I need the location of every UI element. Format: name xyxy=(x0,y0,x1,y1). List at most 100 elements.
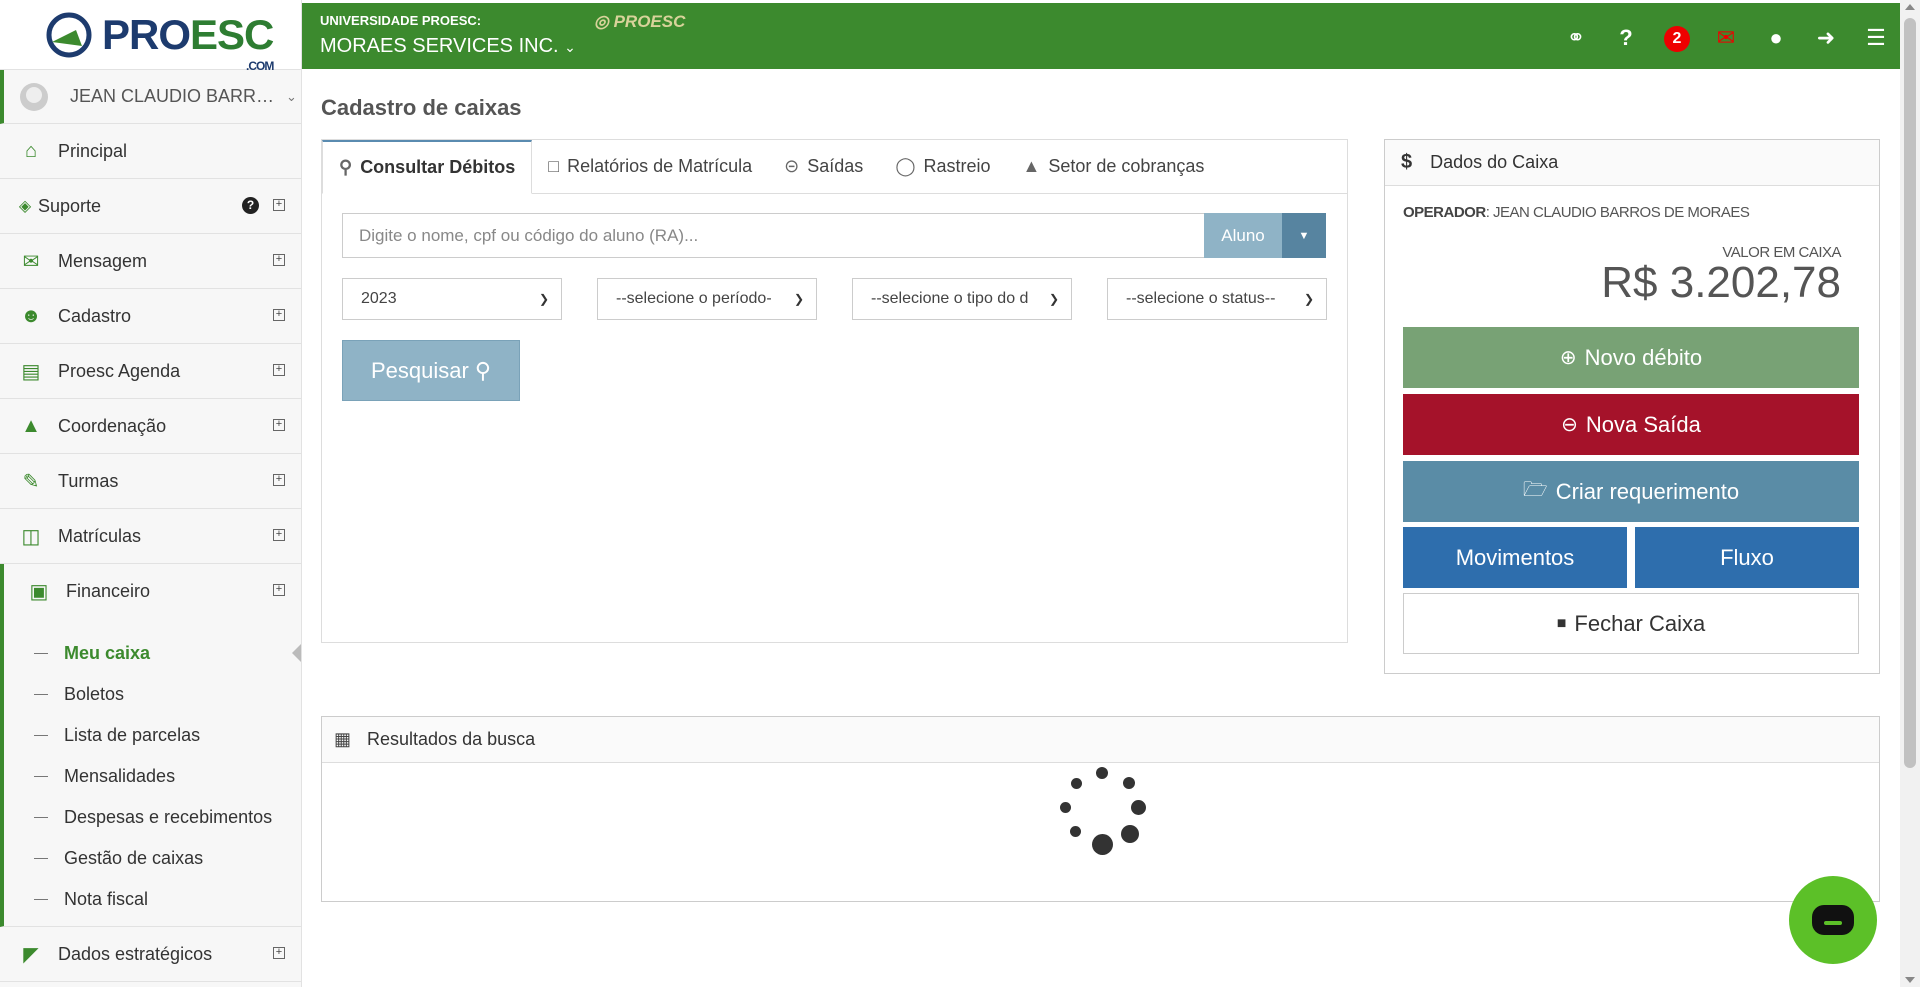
search-type-dropdown[interactable]: ▼ xyxy=(1282,213,1326,258)
submenu-item-despesas[interactable]: Despesas e recebimentos xyxy=(4,797,301,838)
sidebar-item-label: Dados estratégicos xyxy=(58,943,213,964)
select-value: --selecione o período- xyxy=(616,290,772,307)
submenu-item-meu-caixa[interactable]: Meu caixa xyxy=(4,633,301,674)
caret-down-icon: ▼ xyxy=(1298,229,1310,242)
envelope-icon[interactable]: ✉ xyxy=(1714,25,1738,51)
sidebar-item-financeiro[interactable]: ▣ Financeiro + xyxy=(0,564,301,619)
fire-icon: ▲ xyxy=(1022,155,1041,176)
sidebar-item-label: Mensagem xyxy=(58,250,148,271)
area-chart-icon: ◤ xyxy=(23,943,39,966)
expand-icon[interactable]: + xyxy=(273,947,285,959)
page-scrollbar[interactable] xyxy=(1900,0,1920,987)
open-book-icon: ◫ xyxy=(21,525,41,548)
status-select[interactable]: --selecione o status-- ❯ xyxy=(1107,278,1327,320)
period-select[interactable]: --selecione o período- ❯ xyxy=(597,278,817,320)
notifications-badge[interactable]: 2 xyxy=(1664,23,1690,52)
sidebar-item-suporte[interactable]: ◈ Suporte ? + xyxy=(0,179,301,234)
expand-icon[interactable]: + xyxy=(273,309,285,321)
sidebar-item-coordenacao[interactable]: ▲ Coordenação + xyxy=(0,399,301,454)
sidebar-item-label: Turmas xyxy=(58,470,119,491)
fluxo-button[interactable]: Fluxo xyxy=(1635,527,1859,588)
help-icon[interactable]: ? xyxy=(1614,25,1638,51)
sidebar-item-proesc-agenda[interactable]: ▤ Proesc Agenda + xyxy=(0,344,301,399)
expand-icon[interactable]: + xyxy=(273,419,285,431)
users-icon: ☻ xyxy=(20,304,42,327)
scrollbar-thumb[interactable] xyxy=(1904,18,1916,768)
tab-setor-de-cobrancas[interactable]: ▲ Setor de cobranças xyxy=(1007,139,1221,193)
submenu-item-nota-fiscal[interactable]: Nota fiscal xyxy=(4,879,301,920)
submenu-item-boletos[interactable]: Boletos xyxy=(4,674,301,715)
spinner-dot xyxy=(1071,778,1082,789)
sidebar-item-matriculas[interactable]: ◫ Matrículas + xyxy=(0,509,301,564)
tree-line xyxy=(34,899,48,900)
submenu-item-gestao-de-caixas[interactable]: Gestão de caixas xyxy=(4,838,301,879)
expand-icon[interactable]: + xyxy=(273,254,285,266)
criar-requerimento-button[interactable]: 🗁 Criar requerimento xyxy=(1403,461,1859,522)
chat-bubble-icon xyxy=(1812,905,1854,935)
logout-icon[interactable]: ➜ xyxy=(1814,25,1838,51)
spinner-dot xyxy=(1096,767,1108,779)
submenu-label: Gestão de caixas xyxy=(64,848,204,868)
submenu-item-lista-de-parcelas[interactable]: Lista de parcelas xyxy=(4,715,301,756)
submenu-label: Lista de parcelas xyxy=(64,725,201,745)
expand-icon[interactable]: + xyxy=(273,474,285,486)
sidebar-item-mensagem[interactable]: ✉ Mensagem + xyxy=(0,234,301,289)
handshake-icon[interactable]: ⚭ xyxy=(1564,25,1588,51)
expand-icon[interactable]: + xyxy=(273,584,285,596)
sidebar-collapse-handle[interactable] xyxy=(292,644,301,662)
tab-relatorios-de-matricula[interactable]: □ Relatórios de Matrícula xyxy=(532,139,768,193)
header-brand-logo: ◎ PROESC xyxy=(594,12,685,32)
search-type-button[interactable]: Aluno xyxy=(1204,213,1282,258)
brand-text: PROESC xyxy=(613,12,686,31)
snapchat-icon: ◯ xyxy=(895,155,916,176)
expand-icon[interactable]: + xyxy=(273,199,285,211)
pencil-icon: ✎ xyxy=(22,470,40,493)
tree-line xyxy=(34,694,48,695)
tab-saidas[interactable]: ⊝ Saídas xyxy=(768,139,879,193)
help-icon[interactable]: ? xyxy=(242,197,259,214)
sidebar-item-turmas[interactable]: ✎ Turmas + xyxy=(0,454,301,509)
sidebar-item-principal[interactable]: ⌂ Principal xyxy=(0,124,301,179)
operator-label: OPERADOR xyxy=(1403,204,1486,221)
tab-label: Rastreio xyxy=(923,155,991,176)
logo-wordmark: PROESC .COM xyxy=(102,10,274,73)
tab-consultar-debitos[interactable]: ⚲ Consultar Débitos xyxy=(322,140,533,194)
app-root: PROESC .COM JEAN CLAUDIO BARROS DE MORAE… xyxy=(0,0,1920,987)
chat-widget-button[interactable] xyxy=(1789,876,1877,964)
menu-icon[interactable]: ☰ xyxy=(1864,25,1888,51)
expand-icon[interactable]: + xyxy=(273,364,285,376)
novo-debito-button[interactable]: ⊕ Novo débito xyxy=(1403,327,1859,388)
expand-icon[interactable]: + xyxy=(273,529,285,541)
proesc-logo[interactable]: PROESC .COM xyxy=(0,0,301,73)
graduation-cap-icon: ▲ xyxy=(21,414,41,437)
fechar-caixa-button[interactable]: ■ Fechar Caixa xyxy=(1403,593,1859,654)
nova-saida-button[interactable]: ⊖ Nova Saída xyxy=(1403,394,1859,455)
user-icon[interactable]: ● xyxy=(1764,25,1788,51)
type-select[interactable]: --selecione o tipo do d ❯ xyxy=(852,278,1072,320)
tab-bar: ⚲ Consultar Débitos □ Relatórios de Matríc… xyxy=(322,140,1347,194)
year-select[interactable]: 2023 ❯ xyxy=(342,278,562,320)
scroll-down-icon[interactable] xyxy=(1905,977,1915,983)
scroll-up-icon[interactable] xyxy=(1905,4,1915,10)
organization-name: MORAES SERVICES INC. xyxy=(320,35,559,57)
tab-label: Setor de cobranças xyxy=(1048,155,1205,176)
student-search-input[interactable] xyxy=(342,213,1204,258)
organization-selector[interactable]: MORAES SERVICES INC. ⌄ xyxy=(320,35,576,58)
tab-label: Saídas xyxy=(807,155,864,176)
movimentos-button[interactable]: Movimentos xyxy=(1403,527,1627,588)
pesquisar-button[interactable]: Pesquisar ⚲ xyxy=(342,340,520,401)
search-icon: ⚲ xyxy=(474,357,492,383)
user-menu[interactable]: JEAN CLAUDIO BARROS DE MORAES ⌄ xyxy=(0,70,301,124)
financeiro-submenu: Meu caixa Boletos Lista de parcelas Mens… xyxy=(0,619,301,927)
tree-line xyxy=(34,858,48,859)
sidebar-item-label: Suporte xyxy=(38,195,102,216)
select-value: --selecione o status-- xyxy=(1126,290,1276,307)
envelope-icon: ✉ xyxy=(22,250,40,273)
submenu-item-mensalidades[interactable]: Mensalidades xyxy=(4,756,301,797)
sidebar-item-dados-estrategicos[interactable]: ◤ Dados estratégicos + xyxy=(0,927,301,982)
button-label: Fechar Caixa xyxy=(1574,610,1706,636)
tab-rastreio[interactable]: ◯ Rastreio xyxy=(879,139,1006,193)
sidebar-item-cadastro[interactable]: ☻ Cadastro + xyxy=(0,289,301,344)
sidebar-item-label: Principal xyxy=(58,140,128,161)
operator-info: OPERADOR: JEAN CLAUDIO BARROS DE MORAES xyxy=(1403,204,1750,221)
